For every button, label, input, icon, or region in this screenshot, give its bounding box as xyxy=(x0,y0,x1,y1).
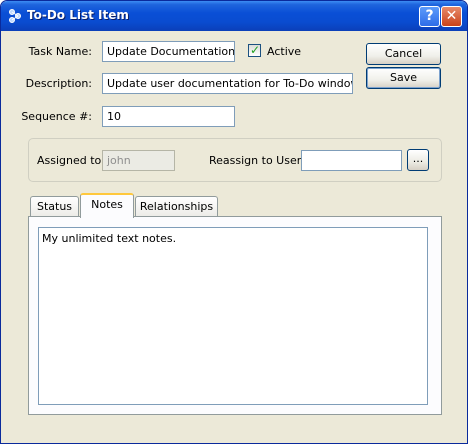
todo-window: To-Do List Item ? ✕ Task Name: Update Do… xyxy=(0,0,468,444)
window-title: To-Do List Item xyxy=(27,8,129,22)
cancel-button[interactable]: Cancel xyxy=(366,43,441,65)
checkmark-icon: ✓ xyxy=(250,43,261,57)
task-name-field[interactable]: Update Documentation xyxy=(102,41,235,62)
assigned-to-field: john xyxy=(102,150,175,171)
task-name-label: Task Name: xyxy=(28,45,92,58)
description-field[interactable]: Update user documentation for To-Do wind… xyxy=(102,73,353,94)
tab-relationships[interactable]: Relationships xyxy=(135,196,218,217)
reassign-user-field[interactable] xyxy=(301,150,402,171)
browse-user-button[interactable]: ... xyxy=(407,149,429,171)
tab-notes[interactable]: Notes xyxy=(80,193,134,218)
reassign-label: Reassign to User: xyxy=(209,154,305,167)
app-network-icon xyxy=(9,9,21,23)
close-button[interactable]: ✕ xyxy=(441,6,462,27)
active-checkbox[interactable]: ✓ xyxy=(248,43,261,57)
sequence-label: Sequence #: xyxy=(21,110,92,123)
notes-panel: My unlimited text notes. xyxy=(28,216,442,415)
dialog-content: Task Name: Update Documentation ✓ Active… xyxy=(4,31,464,441)
active-label: Active xyxy=(267,45,302,58)
tab-status[interactable]: Status xyxy=(30,196,79,217)
help-button[interactable]: ? xyxy=(419,6,440,27)
assigned-to-label: Assigned to: xyxy=(37,154,105,167)
sequence-field[interactable]: 10 xyxy=(102,106,235,127)
title-bar[interactable]: To-Do List Item ? ✕ xyxy=(1,1,467,31)
description-label: Description: xyxy=(25,77,92,90)
notes-textarea[interactable]: My unlimited text notes. xyxy=(38,227,428,405)
save-button[interactable]: Save xyxy=(366,67,441,89)
